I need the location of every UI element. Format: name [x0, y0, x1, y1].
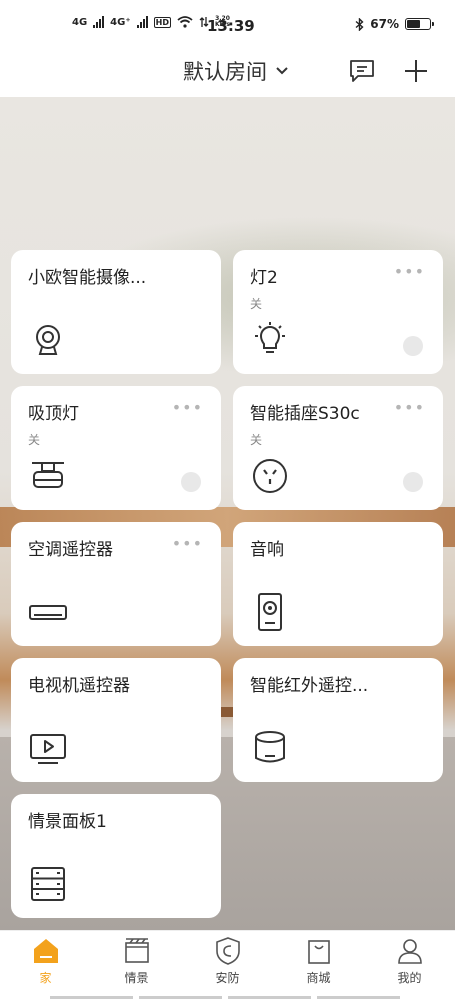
device-card-ir-remote[interactable]: 智能红外遥控... — [233, 658, 443, 782]
ir-remote-icon — [255, 731, 285, 763]
bluetooth-icon — [355, 17, 364, 31]
device-status: 关 — [28, 433, 41, 447]
network-label-2: 4G⁺ — [110, 16, 131, 28]
security-icon — [215, 937, 240, 965]
bulb-icon — [255, 322, 285, 353]
device-card-camera[interactable]: 小欧智能摄像... — [11, 250, 221, 374]
device-status: 关 — [250, 297, 263, 311]
wifi-icon — [177, 16, 193, 28]
device-card-speaker[interactable]: 音响 — [233, 522, 443, 646]
device-card-smart-socket[interactable]: 智能插座S30c 关 ••• — [233, 386, 443, 510]
room-selector[interactable]: 默认房间 — [183, 56, 289, 86]
signal-icon — [93, 16, 105, 28]
socket-icon — [253, 459, 287, 493]
clock: 13:39 — [207, 17, 255, 35]
nav-label: 家 — [39, 971, 52, 985]
network-label-1: 4G — [72, 16, 88, 28]
plus-icon[interactable] — [402, 58, 430, 84]
more-icon[interactable]: ••• — [172, 398, 203, 417]
app-header: 默认房间 — [0, 52, 455, 97]
device-status: 关 — [250, 433, 263, 447]
battery-percent: 67% — [370, 17, 399, 31]
more-icon[interactable]: ••• — [394, 262, 425, 281]
power-toggle[interactable] — [403, 472, 423, 492]
device-name: 音响 — [250, 540, 284, 560]
nav-security[interactable]: 安防 — [182, 931, 273, 1001]
home-icon — [33, 939, 58, 963]
device-name: 智能红外遥控... — [250, 676, 369, 696]
device-card-lamp2[interactable]: 灯2 关 ••• — [233, 250, 443, 374]
device-name: 小欧智能摄像... — [28, 268, 147, 288]
hd-badge: HD — [153, 16, 171, 28]
nav-profile[interactable]: 我的 — [364, 931, 455, 1001]
scene-panel-icon — [31, 867, 65, 901]
ceiling-light-icon — [32, 462, 64, 488]
nav-shop[interactable]: 商城 — [273, 931, 364, 1001]
device-name: 灯2 — [250, 268, 278, 288]
battery-icon — [405, 18, 434, 30]
nav-label: 我的 — [397, 971, 422, 985]
air-conditioner-icon — [29, 605, 67, 620]
device-card-scene-panel[interactable]: 情景面板1 — [11, 794, 221, 918]
status-bar: 4G 4G⁺ HD 3.20 KB/s 13:39 67% — [0, 0, 455, 52]
device-card-ac-remote[interactable]: 空调遥控器 ••• — [11, 522, 221, 646]
room-name: 默认房间 — [183, 60, 267, 84]
device-card-ceiling-light[interactable]: 吸顶灯 关 ••• — [11, 386, 221, 510]
tv-icon — [30, 734, 66, 764]
more-icon[interactable]: ••• — [172, 534, 203, 553]
camera-icon — [36, 325, 60, 355]
nav-home[interactable]: 家 — [0, 931, 91, 1001]
speaker-icon — [258, 593, 282, 631]
device-name: 电视机遥控器 — [28, 676, 130, 696]
message-icon[interactable] — [348, 58, 376, 84]
device-name: 智能插座S30c — [250, 404, 360, 424]
bottom-nav: 家 情景 安防 商城 我的 — [0, 930, 455, 1001]
profile-icon — [397, 939, 422, 964]
more-icon[interactable]: ••• — [394, 398, 425, 417]
scene-icon — [124, 938, 149, 963]
device-name: 空调遥控器 — [28, 540, 113, 560]
nav-scene[interactable]: 情景 — [91, 931, 182, 1001]
device-name: 吸顶灯 — [28, 404, 79, 424]
nav-label: 安防 — [215, 971, 240, 985]
power-toggle[interactable] — [181, 472, 201, 492]
device-name: 情景面板1 — [28, 812, 107, 832]
shop-icon — [307, 940, 330, 964]
nav-label: 情景 — [124, 971, 149, 985]
gesture-bar — [50, 996, 400, 999]
power-toggle[interactable] — [403, 336, 423, 356]
signal-icon-2 — [136, 16, 148, 28]
device-card-tv-remote[interactable]: 电视机遥控器 — [11, 658, 221, 782]
chevron-down-icon — [276, 67, 288, 75]
nav-label: 商城 — [306, 971, 331, 985]
